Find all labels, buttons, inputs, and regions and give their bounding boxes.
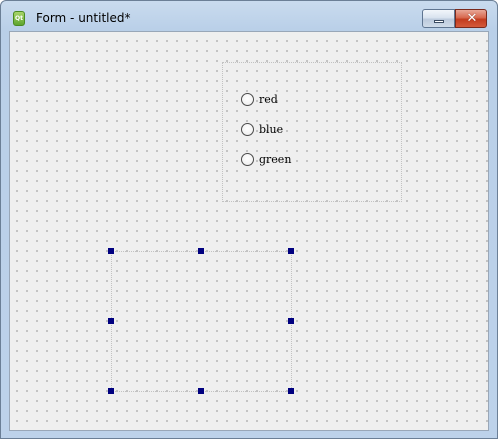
form-canvas[interactable]: red blue green xyxy=(9,31,489,431)
close-icon: ✕ xyxy=(466,11,478,26)
resize-handle-bottom[interactable] xyxy=(198,388,204,394)
radio-button-circle[interactable] xyxy=(241,93,254,106)
radio-label-red: red xyxy=(259,93,278,106)
qt-designer-icon: Qt xyxy=(13,11,25,26)
title-bar[interactable]: Qt Form - untitled* ✕ xyxy=(1,1,497,31)
selected-widget-frame[interactable] xyxy=(111,251,292,392)
minimize-button[interactable] xyxy=(422,9,455,28)
resize-handle-bottom-right[interactable] xyxy=(288,388,294,394)
close-button[interactable]: ✕ xyxy=(455,9,487,28)
minimize-icon xyxy=(434,20,444,23)
designer-form-window: Qt Form - untitled* ✕ red blue green xyxy=(0,0,498,439)
resize-handle-top[interactable] xyxy=(198,248,204,254)
radio-button-circle[interactable] xyxy=(241,123,254,136)
resize-handle-right[interactable] xyxy=(288,318,294,324)
radio-label-green: green xyxy=(259,153,292,166)
radio-button-circle[interactable] xyxy=(241,153,254,166)
resize-handle-bottom-left[interactable] xyxy=(108,388,114,394)
window-title: Form - untitled* xyxy=(36,11,131,25)
radio-label-blue: blue xyxy=(259,123,284,136)
resize-handle-top-left[interactable] xyxy=(108,248,114,254)
resize-handle-top-right[interactable] xyxy=(288,248,294,254)
resize-handle-left[interactable] xyxy=(108,318,114,324)
